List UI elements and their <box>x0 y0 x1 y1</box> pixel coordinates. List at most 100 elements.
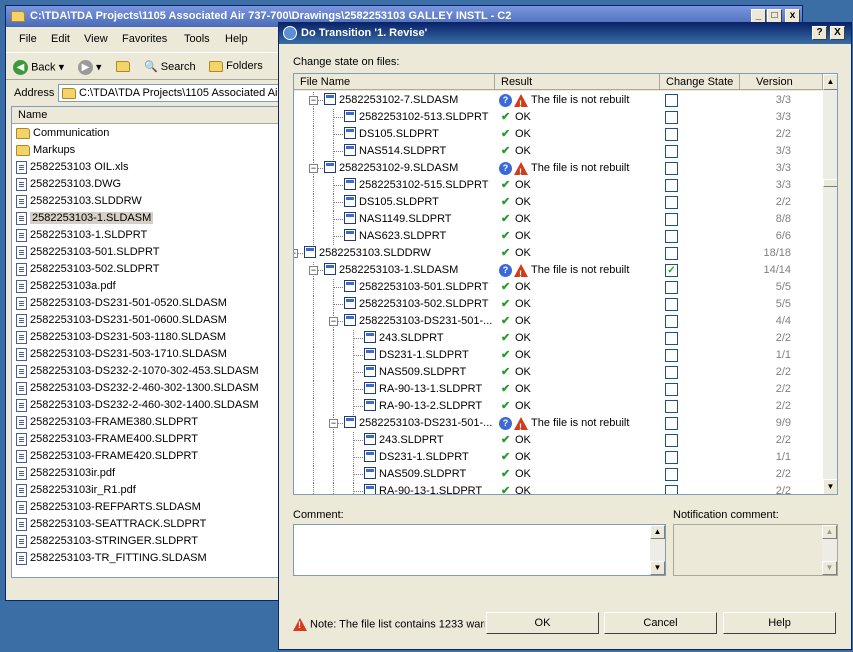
change-state-checkbox[interactable]: ✓ <box>665 264 678 277</box>
change-state-checkbox[interactable] <box>665 298 678 311</box>
grid-row[interactable]: DS231-1.SLDPRT ✔ OK 1/1 <box>294 449 823 466</box>
files-grid[interactable]: File Name Result Change State Version −2… <box>293 73 838 495</box>
file-item[interactable]: 2582253103-501.SLDPRT <box>16 244 159 261</box>
grid-row[interactable]: − 2582253102-7.SLDASM? The file is not reb… <box>294 92 823 113</box>
file-item[interactable]: 2582253103-REFPARTS.SLDASM <box>16 499 201 516</box>
scroll-down-arrow[interactable]: ▼ <box>823 479 837 494</box>
change-state-checkbox[interactable] <box>665 451 678 464</box>
file-item[interactable]: 2582253103-SEATTRACK.SLDPRT <box>16 516 206 533</box>
scroll-up-arrow[interactable]: ▲ <box>823 74 837 90</box>
grid-row[interactable]: DS105.SLDPRT ✔ OK 2/2 <box>294 194 823 211</box>
up-folder-button[interactable] <box>116 60 130 72</box>
change-state-checkbox[interactable] <box>665 400 678 413</box>
col-file-name[interactable]: File Name <box>294 74 495 90</box>
change-state-checkbox[interactable] <box>665 128 678 141</box>
scroll-thumb[interactable] <box>823 179 837 187</box>
menu-file[interactable]: File <box>19 33 37 45</box>
change-state-checkbox[interactable] <box>665 332 678 345</box>
file-item[interactable]: 2582253103-STRINGER.SLDPRT <box>16 533 198 550</box>
file-item[interactable]: 2582253103-DS232-2-460-302-1300.SLDASM <box>16 380 259 397</box>
change-state-checkbox[interactable] <box>665 162 678 175</box>
minimize-button[interactable]: _ <box>751 9 766 23</box>
collapse-toggle[interactable]: − <box>309 266 318 275</box>
change-state-checkbox[interactable] <box>665 366 678 379</box>
change-state-checkbox[interactable] <box>665 213 678 226</box>
grid-row[interactable]: RA-90-13-1.SLDPRT ✔ OK 2/2 <box>294 381 823 398</box>
menu-tools[interactable]: Tools <box>184 33 210 45</box>
grid-row[interactable]: − 2582253103-DS231-501-...? The file is no… <box>294 415 823 436</box>
file-item[interactable]: 2582253103-FRAME400.SLDPRT <box>16 431 198 448</box>
name-column-header[interactable]: Name <box>12 107 282 124</box>
grid-row[interactable]: 2582253103-502.SLDPRT ✔ OK 5/5 <box>294 296 823 313</box>
maximize-button[interactable]: □ <box>767 9 782 23</box>
change-state-checkbox[interactable] <box>665 196 678 209</box>
ok-button[interactable]: OK <box>486 612 599 634</box>
grid-scrollbar[interactable]: ▲ ▼ <box>823 74 837 494</box>
col-result[interactable]: Result <box>495 74 660 90</box>
collapse-toggle[interactable]: − <box>294 249 298 258</box>
close-button[interactable]: x <box>785 9 800 23</box>
address-input[interactable]: C:\TDA\TDA Projects\1105 Associated Air <box>58 84 288 102</box>
grid-row[interactable]: DS231-1.SLDPRT ✔ OK 1/1 <box>294 347 823 364</box>
col-change-state[interactable]: Change State <box>660 74 740 90</box>
scroll-up-arrow[interactable]: ▲ <box>650 525 665 539</box>
grid-row[interactable]: 243.SLDPRT ✔ OK 2/2 <box>294 330 823 347</box>
grid-row[interactable]: RA-90-13-2.SLDPRT ✔ OK 2/2 <box>294 398 823 415</box>
folders-button[interactable]: Folders <box>209 60 263 72</box>
grid-row[interactable]: NAS514.SLDPRT ✔ OK 3/3 <box>294 143 823 160</box>
file-item[interactable]: 2582253103-FRAME380.SLDPRT <box>16 414 198 431</box>
grid-row[interactable]: NAS623.SLDPRT ✔ OK 6/6 <box>294 228 823 245</box>
back-button[interactable]: ◀ Back ▾ <box>13 60 64 75</box>
col-version[interactable]: Version <box>740 74 823 90</box>
grid-row[interactable]: − 2582253102-9.SLDASM? The file is not reb… <box>294 160 823 181</box>
collapse-toggle[interactable]: − <box>309 164 318 173</box>
change-state-checkbox[interactable] <box>665 145 678 158</box>
menu-edit[interactable]: Edit <box>51 33 70 45</box>
grid-row[interactable]: NAS509.SLDPRT ✔ OK 2/2 <box>294 364 823 381</box>
close-dialog-button[interactable]: X <box>830 26 845 40</box>
cancel-button[interactable]: Cancel <box>604 612 717 634</box>
collapse-toggle[interactable]: − <box>329 419 338 428</box>
grid-row[interactable]: 2582253103-501.SLDPRT ✔ OK 5/5 <box>294 279 823 296</box>
change-state-checkbox[interactable] <box>665 315 678 328</box>
change-state-checkbox[interactable] <box>665 434 678 447</box>
dialog-titlebar[interactable]: Do Transition '1. Revise' ? X <box>279 23 851 44</box>
folder-item[interactable]: Communication <box>16 125 109 142</box>
grid-row[interactable]: 243.SLDPRT ✔ OK 2/2 <box>294 432 823 449</box>
file-item[interactable]: 2582253103-FRAME420.SLDPRT <box>16 448 198 465</box>
file-item[interactable]: 2582253103-TR_FITTING.SLDASM <box>16 550 207 567</box>
grid-row[interactable]: NAS509.SLDPRT ✔ OK 2/2 <box>294 466 823 483</box>
file-item[interactable]: 2582253103.SLDDRW <box>16 193 142 210</box>
change-state-checkbox[interactable] <box>665 468 678 481</box>
file-item[interactable]: 2582253103-DS232-2-1070-302-453.SLDASM <box>16 363 259 380</box>
file-item[interactable]: 2582253103-DS231-503-1710.SLDASM <box>16 346 227 363</box>
file-item[interactable]: 2582253103-DS231-501-0600.SLDASM <box>16 312 227 329</box>
change-state-checkbox[interactable] <box>665 417 678 430</box>
menu-view[interactable]: View <box>84 33 108 45</box>
change-state-checkbox[interactable] <box>665 179 678 192</box>
comment-input[interactable]: ▲ ▼ <box>293 524 666 576</box>
grid-row[interactable]: 2582253102-513.SLDPRT ✔ OK 3/3 <box>294 109 823 126</box>
file-item[interactable]: 2582253103ir.pdf <box>16 465 115 482</box>
change-state-checkbox[interactable] <box>665 383 678 396</box>
folder-item[interactable]: Markups <box>16 142 75 159</box>
collapse-toggle[interactable]: − <box>309 96 318 105</box>
change-state-checkbox[interactable] <box>665 230 678 243</box>
grid-row[interactable]: − 2582253103.SLDDRW ✔ OK 18/18 <box>294 245 823 262</box>
grid-row[interactable]: DS105.SLDPRT ✔ OK 2/2 <box>294 126 823 143</box>
change-state-checkbox[interactable] <box>665 247 678 260</box>
grid-row[interactable]: − 2582253103-DS231-501-... ✔ OK 4/4 <box>294 313 823 330</box>
menu-favorites[interactable]: Favorites <box>122 33 167 45</box>
change-state-checkbox[interactable] <box>665 94 678 107</box>
file-item[interactable]: 2582253103-1.SLDASM <box>16 210 154 227</box>
change-state-checkbox[interactable] <box>665 111 678 124</box>
grid-row[interactable]: 2582253102-515.SLDPRT ✔ OK 3/3 <box>294 177 823 194</box>
scroll-down-arrow[interactable]: ▼ <box>650 561 665 575</box>
file-item[interactable]: 2582253103 OIL.xls <box>16 159 128 176</box>
search-button[interactable]: 🔍 Search <box>144 60 196 73</box>
grid-row[interactable]: NAS1149.SLDPRT ✔ OK 8/8 <box>294 211 823 228</box>
help-titlebar-button[interactable]: ? <box>812 26 827 40</box>
file-item[interactable]: 2582253103.DWG <box>16 176 121 193</box>
grid-row[interactable]: − 2582253103-1.SLDASM? The file is not reb… <box>294 262 823 283</box>
file-item[interactable]: 2582253103-DS232-2-460-302-1400.SLDASM <box>16 397 259 414</box>
